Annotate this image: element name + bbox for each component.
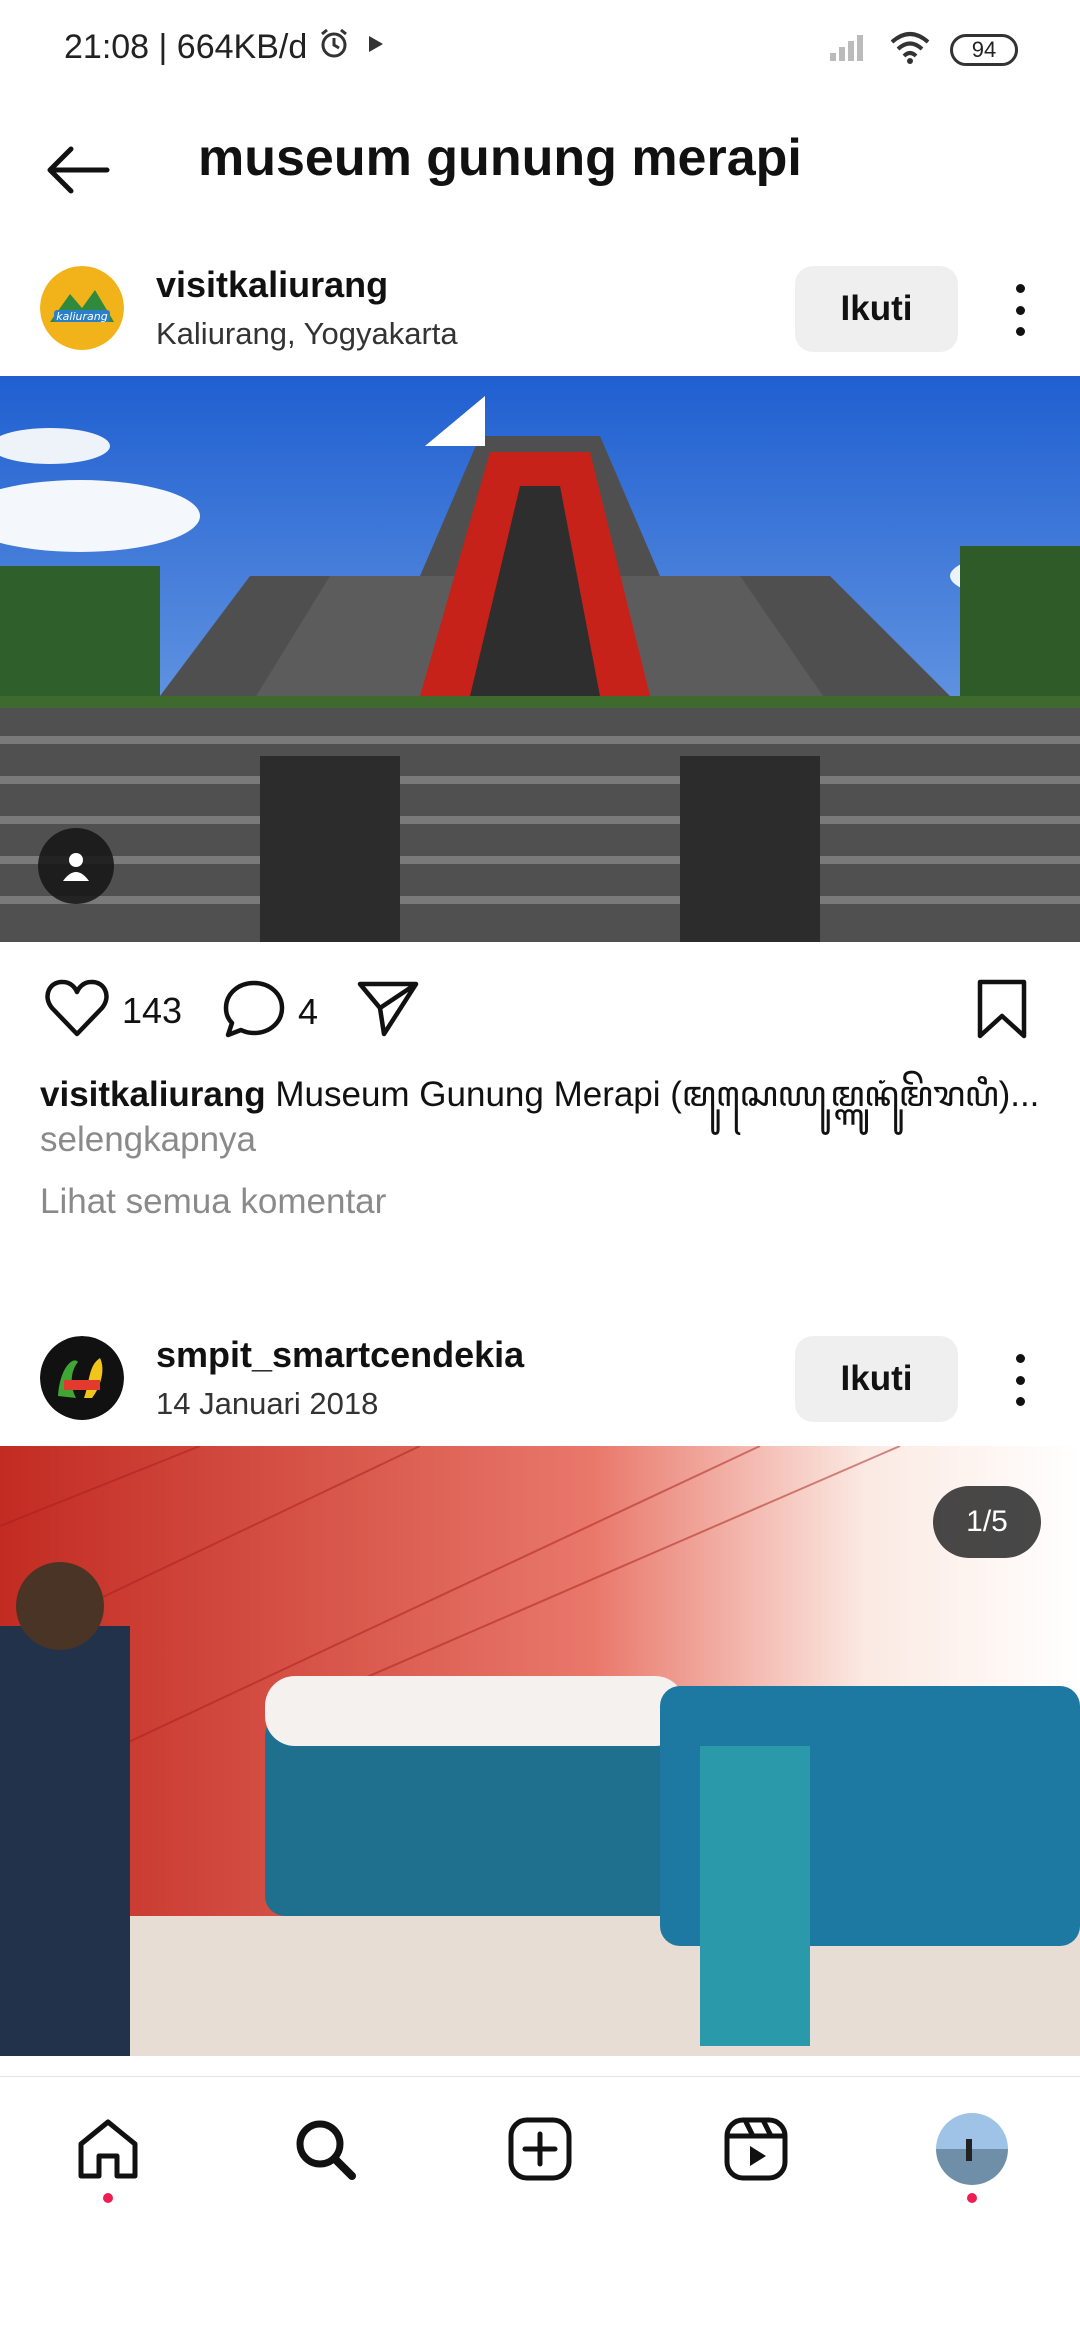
heart-icon (45, 979, 109, 1037)
comment-group: 4 (222, 978, 318, 1045)
caption-more-link[interactable]: selengkapnya (40, 1120, 256, 1160)
post-username[interactable]: smpit_smartcendekia (156, 1334, 524, 1376)
nav-home[interactable] (68, 2109, 148, 2203)
more-icon (1015, 1354, 1025, 1363)
post-header: kaliurang visitkaliurang Kaliurang, Yogy… (0, 242, 1080, 372)
post-location[interactable]: Kaliurang, Yogyakarta (156, 316, 458, 352)
more-icon (1015, 284, 1025, 293)
user-tag-icon (63, 853, 89, 881)
user-tag-button[interactable] (38, 828, 114, 904)
status-bar: 21:08 | 664KB/d 94 (0, 0, 1080, 100)
post-actions: 143 4 (0, 960, 1080, 1060)
alarm-icon (317, 26, 351, 69)
more-options-button[interactable] (1000, 1348, 1040, 1412)
bookmark-icon (977, 979, 1027, 1039)
post-image[interactable] (0, 1446, 1080, 2056)
carousel-page-indicator: 1/5 (933, 1486, 1041, 1558)
follow-button[interactable]: Ikuti (795, 266, 958, 352)
status-right: 94 (828, 30, 1018, 69)
profile-notification-dot (967, 2193, 977, 2203)
search-icon (296, 2120, 356, 2180)
home-icon (78, 2119, 138, 2179)
bottom-navigation (0, 2076, 1080, 2226)
home-notification-dot (103, 2193, 113, 2203)
back-button[interactable] (40, 132, 116, 208)
post-username[interactable]: visitkaliurang (156, 264, 388, 306)
avatar[interactable]: kaliurang (40, 266, 124, 350)
svg-text:kaliurang: kaliurang (56, 310, 107, 323)
battery-indicator: 94 (950, 33, 1018, 66)
view-all-comments-link[interactable]: Lihat semua komentar (40, 1182, 386, 1222)
status-time: 21:08 | 664KB/d (64, 28, 308, 66)
post-header-2: smpit_smartcendekia 14 Januari 2018 Ikut… (0, 1312, 1080, 1442)
share-icon (357, 981, 419, 1037)
nav-profile[interactable] (932, 2109, 1012, 2203)
nav-create[interactable] (500, 2109, 580, 2189)
post-date: 14 Januari 2018 (156, 1386, 379, 1421)
wifi-icon (888, 30, 932, 69)
like-group: 143 (44, 978, 182, 1043)
comment-icon (223, 980, 285, 1038)
back-arrow-icon (47, 146, 110, 194)
share-button[interactable] (356, 978, 420, 1038)
caption-username[interactable]: visitkaliurang (40, 1075, 266, 1114)
follow-button[interactable]: Ikuti (795, 1336, 958, 1422)
comment-button[interactable] (222, 978, 286, 1045)
bookmark-button[interactable] (974, 978, 1030, 1040)
add-icon (508, 2117, 572, 2181)
status-left: 21:08 | 664KB/d (64, 26, 389, 69)
avatar[interactable] (40, 1336, 124, 1420)
nav-search[interactable] (285, 2109, 365, 2189)
play-icon (361, 28, 389, 67)
post-image[interactable] (0, 376, 1080, 942)
more-options-button[interactable] (1000, 278, 1040, 342)
search-header: museum gunung merapi (0, 110, 1080, 230)
like-count[interactable]: 143 (122, 990, 182, 1032)
like-button[interactable] (44, 978, 110, 1043)
caption-text: Museum Gunung Merapi (ꦩꦸꦱꦺꦪꦸꦩ꧀ꦒꦸꦤꦸꦁꦩꦼꦫꦥꦶ… (265, 1075, 1040, 1114)
page-title: museum gunung merapi (198, 129, 802, 187)
nav-reels[interactable] (716, 2109, 796, 2189)
profile-avatar[interactable] (936, 2113, 1008, 2185)
reels-icon (724, 2117, 788, 2181)
comment-count[interactable]: 4 (298, 991, 318, 1033)
signal-icon (828, 31, 870, 68)
